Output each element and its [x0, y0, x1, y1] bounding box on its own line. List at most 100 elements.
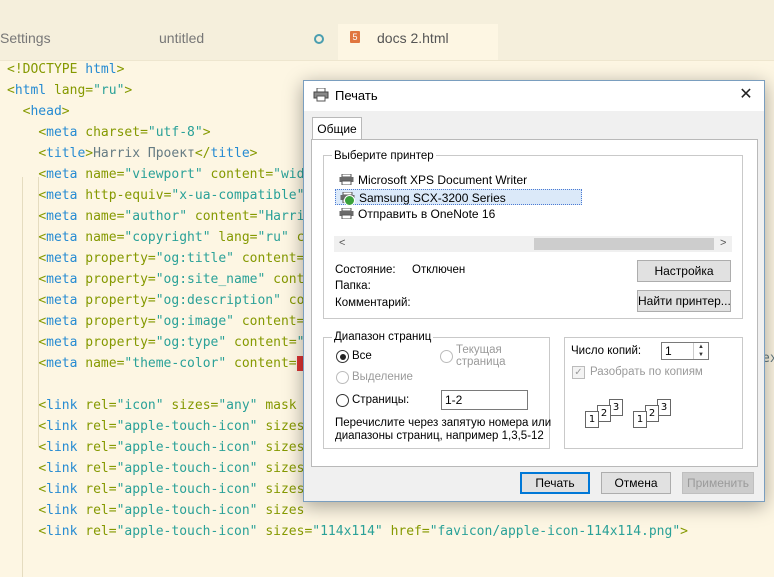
- code-token: rel: [85, 440, 109, 455]
- code-token: >: [85, 146, 94, 161]
- code-token: <: [38, 251, 47, 266]
- find-printer-button[interactable]: Найти принтер...: [637, 290, 731, 312]
- code-token: meta: [46, 335, 78, 350]
- code-line: <meta property="og:site_name" conte: [7, 269, 312, 290]
- collate-label[interactable]: Разобрать по копиям: [590, 366, 703, 378]
- scroll-right-icon[interactable]: >: [720, 237, 726, 249]
- current-page-line1: Текущая: [456, 344, 502, 356]
- code-token: link: [46, 419, 78, 434]
- code-token: <: [38, 335, 47, 350]
- pages-input[interactable]: 1-2: [441, 390, 528, 410]
- code-token: rel: [85, 524, 109, 539]
- printer-list-scrollbar[interactable]: < >: [334, 236, 732, 252]
- copies-spinner[interactable]: 1 ▲ ▼: [661, 342, 709, 360]
- collate-checkbox[interactable]: ✓: [572, 366, 585, 379]
- printer-settings-button[interactable]: Настройка: [637, 260, 731, 282]
- tab-untitled[interactable]: untitled: [159, 30, 204, 46]
- code-token: link: [46, 440, 78, 455]
- close-button[interactable]: ✕: [734, 84, 758, 106]
- code-token: <: [38, 398, 47, 413]
- code-token: =: [421, 524, 430, 539]
- dialog-title-bar[interactable]: Печать ✕: [304, 81, 764, 111]
- code-token: content: [241, 251, 297, 266]
- code-token: lang: [218, 230, 250, 245]
- page-icon: 2: [597, 405, 611, 422]
- code-token: <: [38, 230, 47, 245]
- copies-value[interactable]: 1: [665, 344, 672, 358]
- code-token: rel: [85, 503, 109, 518]
- scrollbar-thumb[interactable]: [534, 238, 714, 250]
- tab-settings[interactable]: Settings: [0, 30, 51, 46]
- code-line: <link rel="apple-touch-icon" sizes="114x…: [7, 521, 688, 542]
- code-token: <: [38, 188, 47, 203]
- code-token: name: [85, 167, 117, 182]
- printer-item-xps[interactable]: Microsoft XPS Document Writer: [335, 172, 585, 188]
- status-value: Отключен: [412, 264, 466, 276]
- code-token: >: [680, 524, 688, 539]
- page-icon: 2: [645, 405, 659, 422]
- code-line: <meta name="author" content="Harrix: [7, 206, 312, 227]
- code-token: =: [108, 524, 117, 539]
- code-token: title: [46, 146, 86, 161]
- cancel-button[interactable]: Отмена: [601, 472, 671, 494]
- code-line: <meta name="copyright" lang="ru" co: [7, 227, 312, 248]
- range-selection-radio[interactable]: [336, 371, 349, 384]
- code-token: rel: [85, 398, 109, 413]
- range-current-page-label[interactable]: Текущая страница: [456, 344, 506, 368]
- code-token: "utf-8": [147, 125, 203, 140]
- code-token: Harrix Проект: [93, 146, 195, 161]
- apply-button[interactable]: Применить: [682, 472, 754, 494]
- code-token: content: [210, 167, 266, 182]
- range-pages-label[interactable]: Страницы:: [352, 394, 409, 406]
- tab-general[interactable]: Общие: [312, 117, 362, 140]
- code-line: <meta property="og:title" content="': [7, 248, 320, 269]
- code-token: "og:type": [155, 335, 227, 350]
- scroll-left-icon[interactable]: <: [339, 237, 345, 249]
- code-token: "author": [124, 209, 188, 224]
- print-button[interactable]: Печать: [520, 472, 590, 494]
- range-current-page-radio[interactable]: [440, 350, 453, 363]
- print-dialog: Печать ✕ Общие Выберите принтер Microsof…: [303, 80, 765, 502]
- tab-docs-2-html[interactable]: docs 2.html: [377, 30, 449, 46]
- default-printer-check-icon: [344, 195, 355, 206]
- range-all-label[interactable]: Все: [352, 350, 372, 362]
- code-token: =: [147, 293, 156, 308]
- code-token: sizes: [171, 398, 211, 413]
- code-token: =: [108, 398, 117, 413]
- code-token: rel: [85, 419, 109, 434]
- code-token: name: [85, 356, 117, 371]
- code-token: meta: [46, 314, 78, 329]
- code-token: "og:description": [155, 293, 281, 308]
- code-token: >: [202, 125, 211, 140]
- code-token: "icon": [116, 398, 164, 413]
- page-range-hint: Перечислите через запятую номера или диап…: [335, 417, 551, 443]
- code-token: =: [249, 209, 258, 224]
- spinner-arrows-icon[interactable]: ▲ ▼: [693, 343, 708, 359]
- range-all-radio[interactable]: [336, 350, 349, 363]
- code-token: <: [38, 356, 47, 371]
- printer-item-onenote[interactable]: Отправить в OneNote 16: [335, 206, 585, 222]
- code-token: link: [46, 503, 78, 518]
- range-selection-label[interactable]: Выделение: [352, 371, 413, 383]
- code-token: content: [234, 356, 289, 371]
- code-token: property: [85, 251, 148, 266]
- code-token: <: [38, 125, 47, 140]
- printer-item-samsung[interactable]: Samsung SCX-3200 Series: [335, 189, 582, 206]
- code-token: html: [14, 83, 47, 98]
- page-icon: 3: [657, 399, 671, 416]
- code-line: <link rel="apple-touch-icon" sizes: [7, 437, 304, 458]
- code-token: sizes: [265, 503, 305, 518]
- range-pages-radio[interactable]: [336, 394, 349, 407]
- code-token: meta: [46, 167, 78, 182]
